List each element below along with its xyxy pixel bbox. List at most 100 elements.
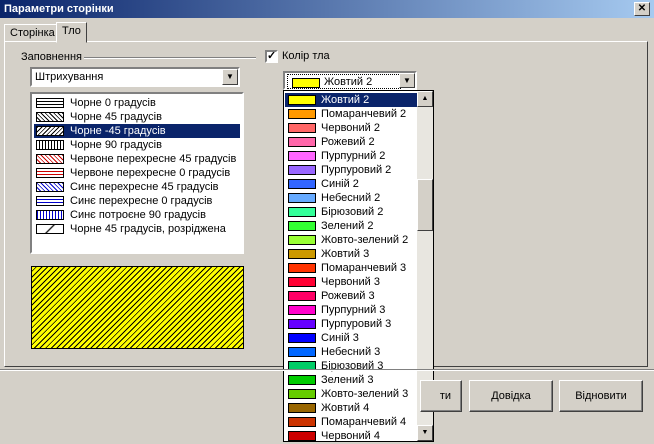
chevron-down-icon[interactable]: ▼ (399, 73, 415, 88)
pattern-label: Синє потроєне 90 градусів (70, 209, 206, 221)
color-swatch (288, 305, 316, 315)
color-option-label: Синій 3 (321, 332, 359, 344)
pattern-item[interactable]: Синє перехресне 0 градусів (34, 194, 240, 208)
color-swatch (288, 137, 316, 147)
color-option-label: Зелений 3 (321, 374, 374, 386)
color-option-label: Рожевий 3 (321, 290, 375, 302)
window-title: Параметри сторінки (4, 3, 114, 15)
color-option-label: Помаранчевий 4 (321, 416, 407, 428)
color-option[interactable]: Пурпуровий 3 (285, 317, 417, 331)
color-option[interactable]: Помаранчевий 3 (285, 261, 417, 275)
color-swatch (288, 375, 316, 385)
color-option[interactable]: Синій 3 (285, 331, 417, 345)
color-swatch (288, 431, 316, 441)
color-select[interactable]: Жовтий 2 ▼ (283, 71, 417, 90)
color-option[interactable]: Помаранчевий 4 (285, 415, 417, 429)
pattern-label: Синє перехресне 45 градусів (70, 181, 219, 193)
fill-type-value: Штрихування (35, 71, 104, 83)
color-option-label: Небесний 2 (321, 192, 381, 204)
background-color-label: Колір тла (282, 50, 330, 62)
color-swatch (288, 249, 316, 259)
pattern-item[interactable]: Чорне 0 градусів (34, 96, 240, 110)
color-option[interactable]: Жовтий 2 (285, 93, 417, 107)
color-swatch (288, 165, 316, 175)
pattern-swatch (36, 168, 64, 178)
color-dropdown-list[interactable]: Жовтий 2 Помаранчевий 2 Червоний 2 Рожевий … (283, 90, 434, 442)
color-option[interactable]: Червоний 2 (285, 121, 417, 135)
color-option[interactable]: Синій 2 (285, 177, 417, 191)
color-option[interactable]: Пурпурний 2 (285, 149, 417, 163)
chevron-down-icon[interactable]: ▼ (222, 69, 238, 85)
pattern-list[interactable]: Чорне 0 градусів Чорне 45 градусів Чорне… (30, 92, 244, 254)
color-option-label: Жовтий 4 (321, 402, 370, 414)
pattern-swatch (36, 126, 64, 136)
color-swatch (288, 291, 316, 301)
color-option[interactable]: Небесний 2 (285, 191, 417, 205)
color-option[interactable]: Жовто-зелений 3 (285, 387, 417, 401)
pattern-label: Червоне перехресне 0 градусів (70, 167, 231, 179)
color-option[interactable]: Жовто-зелений 2 (285, 233, 417, 247)
color-option-label: Небесний 3 (321, 346, 381, 358)
pattern-label: Червоне перехресне 45 градусів (70, 153, 237, 165)
scroll-down-icon[interactable]: ▼ (417, 425, 433, 441)
tab-page[interactable]: Сторінка (4, 24, 61, 42)
color-option[interactable]: Зелений 3 (285, 373, 417, 387)
reset-button[interactable]: Відновити (559, 380, 643, 412)
pattern-swatch (36, 224, 64, 234)
pattern-preview (31, 266, 244, 349)
color-option-label: Бірюзовий 2 (321, 206, 384, 218)
scroll-up-icon[interactable]: ▲ (417, 91, 433, 107)
color-option-label: Помаранчевий 3 (321, 262, 407, 274)
pattern-label: Синє перехресне 0 градусів (70, 195, 213, 207)
pattern-item[interactable]: Чорне 90 градусів (34, 138, 240, 152)
color-option[interactable]: Рожевий 2 (285, 135, 417, 149)
color-option[interactable]: Жовтий 3 (285, 247, 417, 261)
pattern-item[interactable]: Чорне 45 градусів, розріджена (34, 222, 240, 236)
color-swatch (288, 403, 316, 413)
pattern-item[interactable]: Червоне перехресне 0 градусів (34, 166, 240, 180)
title-bar: Параметри сторінки ✕ (0, 0, 654, 18)
pattern-swatch (36, 140, 64, 150)
pattern-swatch (36, 154, 64, 164)
pattern-swatch (36, 182, 64, 192)
color-option[interactable]: Бірюзовий 2 (285, 205, 417, 219)
color-option[interactable]: Жовтий 4 (285, 401, 417, 415)
color-option[interactable]: Помаранчевий 2 (285, 107, 417, 121)
color-option-label: Пурпурний 2 (321, 150, 386, 162)
ok-button[interactable]: ти (420, 380, 462, 412)
color-swatch (288, 207, 316, 217)
close-icon[interactable]: ✕ (634, 2, 650, 16)
color-option[interactable]: Небесний 3 (285, 345, 417, 359)
selected-color-value: Жовтий 2 (324, 76, 373, 88)
color-option-label: Синій 2 (321, 178, 359, 190)
color-option-label: Червоний 4 (321, 430, 380, 442)
color-option[interactable]: Зелений 2 (285, 219, 417, 233)
color-option-label: Рожевий 2 (321, 136, 375, 148)
color-option-label: Пурпуровий 2 (321, 164, 392, 176)
pattern-item[interactable]: Чорне -45 градусів (34, 124, 240, 138)
color-swatch (288, 417, 316, 427)
pattern-swatch (36, 196, 64, 206)
scroll-thumb[interactable] (417, 179, 433, 231)
selected-color-swatch (292, 78, 320, 88)
pattern-label: Чорне 90 градусів (70, 139, 162, 151)
pattern-label: Чорне 45 градусів, розріджена (70, 223, 226, 235)
color-option[interactable]: Червоний 3 (285, 275, 417, 289)
tab-background[interactable]: Тло (56, 22, 87, 43)
background-color-checkbox[interactable]: ✓ (265, 50, 278, 63)
pattern-item[interactable]: Синє перехресне 45 градусів (34, 180, 240, 194)
pattern-item[interactable]: Чорне 45 градусів (34, 110, 240, 124)
fill-type-select[interactable]: Штрихування ▼ (30, 67, 240, 87)
color-option[interactable]: Рожевий 3 (285, 289, 417, 303)
color-option-label: Червоний 2 (321, 122, 380, 134)
color-swatch (288, 333, 316, 343)
pattern-item[interactable]: Синє потроєне 90 градусів (34, 208, 240, 222)
color-option[interactable]: Пурпуровий 2 (285, 163, 417, 177)
help-button[interactable]: Довідка (469, 380, 553, 412)
pattern-item[interactable]: Червоне перехресне 45 градусів (34, 152, 240, 166)
color-option[interactable]: Пурпурний 3 (285, 303, 417, 317)
color-swatch (288, 277, 316, 287)
color-swatch (288, 235, 316, 245)
color-swatch (288, 319, 316, 329)
color-option[interactable]: Червоний 4 (285, 429, 417, 443)
